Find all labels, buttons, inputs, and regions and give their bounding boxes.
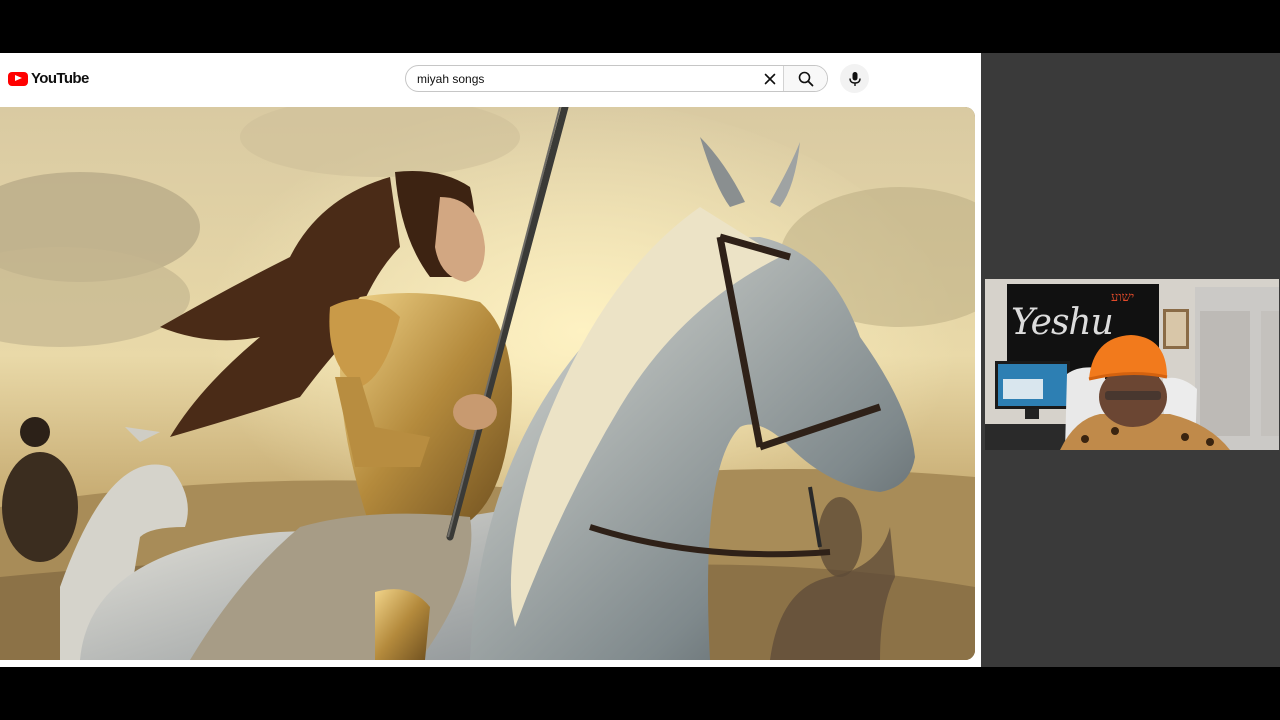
- banner-hebrew-text: ישוע: [1111, 290, 1135, 305]
- close-icon: [764, 73, 776, 84]
- youtube-window: YouTube: [0, 53, 981, 667]
- search-icon: [798, 71, 813, 86]
- search-button[interactable]: [783, 66, 827, 91]
- webcam-overlay: Yeshu ישוע: [985, 279, 1279, 450]
- voice-search-button[interactable]: [840, 64, 869, 93]
- video-frame-illustration: [0, 107, 975, 660]
- masthead: YouTube: [0, 53, 981, 105]
- youtube-logo[interactable]: YouTube: [8, 70, 89, 87]
- search-input[interactable]: [406, 66, 757, 91]
- youtube-logo-icon: [8, 71, 28, 86]
- clear-search-button[interactable]: [757, 66, 783, 91]
- search-box: [405, 65, 828, 92]
- microphone-icon: [848, 71, 861, 86]
- youtube-logo-text: YouTube: [31, 70, 89, 87]
- letterbox-bottom: [0, 667, 1280, 720]
- letterbox-top: [0, 0, 1280, 53]
- video-player[interactable]: [0, 107, 975, 660]
- banner-text: Yeshu: [1011, 302, 1114, 343]
